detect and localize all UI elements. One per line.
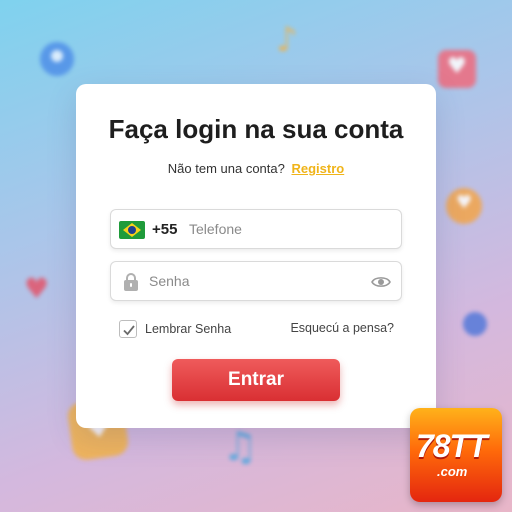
- music-note-icon: ♫: [222, 424, 258, 470]
- heart-icon: ♥: [24, 272, 50, 305]
- phone-input[interactable]: [189, 210, 389, 248]
- blue-dot-icon: [463, 312, 487, 336]
- heart-bubble-icon: [446, 188, 482, 224]
- forgot-password-link[interactable]: Esquecú a pensa?: [290, 321, 394, 335]
- page-title: Faça login na sua conta: [108, 114, 404, 144]
- lock-icon: [124, 273, 138, 291]
- password-input[interactable]: [149, 262, 359, 300]
- eye-icon[interactable]: [371, 273, 391, 291]
- heart-app-icon: [438, 50, 476, 88]
- brand-logo: 78TT .com: [410, 408, 502, 502]
- signup-prompt-line: Não tem una conta? Registro: [76, 161, 436, 176]
- country-dial-code: +55: [152, 221, 178, 238]
- brazil-flag-icon[interactable]: [119, 221, 145, 239]
- music-note-icon: ♪: [276, 20, 298, 60]
- logo-domain: .com: [437, 464, 468, 479]
- register-link[interactable]: Registro: [291, 161, 344, 176]
- login-card: Faça login na sua conta Não tem una cont…: [76, 84, 436, 428]
- phone-field[interactable]: +55: [110, 209, 402, 249]
- logo-text: 78TT: [416, 428, 488, 464]
- remember-checkbox[interactable]: [119, 320, 137, 338]
- login-button[interactable]: Entrar: [172, 359, 340, 401]
- remember-label: Lembrar Senha: [145, 322, 232, 336]
- user-app-icon: [40, 42, 74, 76]
- remember-me[interactable]: Lembrar Senha: [119, 319, 231, 339]
- signup-prompt: Não tem una conta?: [167, 161, 285, 176]
- check-icon: [123, 325, 135, 336]
- password-field[interactable]: [110, 261, 402, 301]
